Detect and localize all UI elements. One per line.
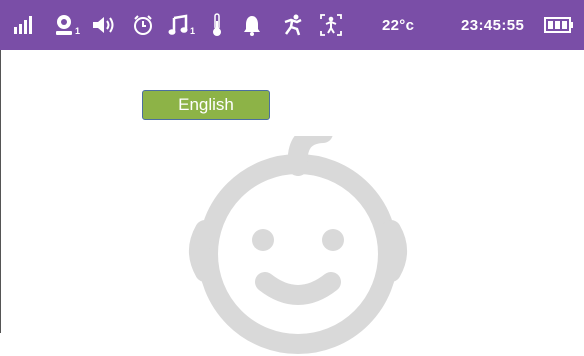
signal-strength-icon — [12, 0, 36, 50]
clock-time: 23:45:55 — [461, 16, 525, 34]
temperature-readout: 22°c — [382, 16, 415, 34]
motion-running-icon — [280, 0, 306, 50]
speaker-volume-icon[interactable] — [90, 0, 120, 50]
camera-selector[interactable]: 1 — [52, 0, 82, 50]
alarm-clock-icon[interactable] — [130, 0, 156, 50]
status-bar: 1 1 22°c 23:45:55 — [0, 0, 584, 50]
thermometer-icon — [208, 0, 226, 50]
language-button[interactable]: English — [142, 90, 270, 120]
notification-bell-icon[interactable] — [240, 0, 264, 50]
zoom-person-icon[interactable] — [316, 0, 346, 50]
lullaby-music-icon — [168, 14, 188, 35]
lullaby-selector[interactable]: 1 — [164, 0, 198, 50]
camera-icon — [55, 15, 72, 35]
lullaby-number: 1 — [189, 26, 195, 36]
main-screen: English — [0, 50, 584, 354]
battery-icon — [543, 0, 575, 50]
camera-number: 1 — [74, 26, 80, 36]
baby-face-icon — [189, 136, 407, 354]
